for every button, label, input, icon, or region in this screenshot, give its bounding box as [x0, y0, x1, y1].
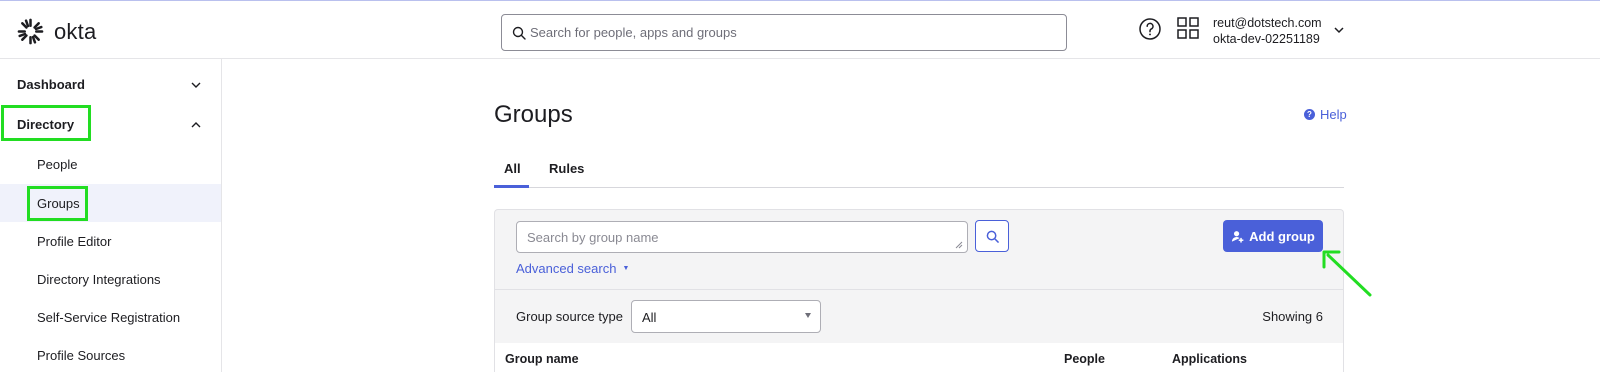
sidebar-item-directory-integrations[interactable]: Directory Integrations	[0, 260, 221, 298]
annotation-arrow	[1322, 250, 1372, 297]
sidebar-item-label: Profile Sources	[37, 348, 126, 363]
tab-rules[interactable]: Rules	[549, 161, 584, 176]
sidebar-item-directory[interactable]: Directory	[0, 107, 221, 141]
tab-all[interactable]: All	[504, 161, 521, 176]
help-circle-icon[interactable]	[1138, 17, 1162, 41]
column-header-applications[interactable]: Applications	[1172, 352, 1247, 366]
add-group-button[interactable]: Add group	[1223, 220, 1323, 252]
sidebar-item-label: Dashboard	[17, 77, 85, 92]
sidebar-item-label: Self-Service Registration	[37, 310, 181, 325]
sidebar-item-label: Groups	[37, 196, 80, 211]
user-org: okta-dev-02251189	[1213, 32, 1320, 46]
app-grid-icon[interactable]	[1176, 16, 1200, 40]
logo-text: okta	[54, 18, 97, 44]
caret-down-icon: ▼	[622, 265, 630, 272]
sidebar-item-dashboard[interactable]: Dashboard	[0, 67, 221, 101]
group-search-field[interactable]	[516, 221, 968, 253]
global-search[interactable]	[501, 14, 1067, 51]
add-person-icon	[1232, 230, 1244, 243]
sidebar-item-people[interactable]: People	[0, 145, 221, 183]
help-link-label: Help	[1320, 107, 1347, 122]
column-header-group-name[interactable]: Group name	[505, 352, 579, 366]
sidebar-item-label: Profile Editor	[37, 234, 112, 249]
add-group-label: Add group	[1249, 228, 1315, 244]
global-search-input[interactable]	[530, 15, 1050, 50]
select-arrow-icon	[805, 313, 811, 318]
okta-sunburst-icon	[17, 18, 44, 45]
table-header: Group name People Applications	[495, 343, 1343, 372]
sidebar-item-label: Directory Integrations	[37, 272, 161, 287]
chevron-down-icon	[191, 82, 201, 88]
sidebar-item-profile-sources[interactable]: Profile Sources	[0, 336, 221, 372]
filter-row: Group source type All Showing 6	[495, 289, 1343, 343]
sidebar-item-profile-editor[interactable]: Profile Editor	[0, 222, 221, 260]
column-header-people[interactable]: People	[1064, 352, 1105, 366]
page-title: Groups	[494, 101, 573, 128]
search-icon	[512, 26, 526, 40]
groups-panel: Advanced search ▼ Add group Group source…	[494, 209, 1344, 372]
help-link[interactable]: ? Help	[1304, 107, 1347, 122]
active-tab-indicator	[494, 185, 529, 188]
tab-bar: All Rules	[494, 150, 1344, 188]
okta-logo[interactable]: okta	[17, 18, 96, 45]
advanced-search-link[interactable]: Advanced search ▼	[516, 261, 629, 276]
sidebar-item-label: People	[37, 157, 78, 172]
sidebar-item-groups[interactable]: Groups	[0, 184, 221, 222]
resize-grip-icon[interactable]	[955, 241, 963, 249]
chevron-down-icon[interactable]	[1333, 24, 1345, 36]
sidebar-item-self-service-registration[interactable]: Self-Service Registration	[0, 298, 221, 336]
group-search-button[interactable]	[975, 220, 1009, 252]
group-source-type-label: Group source type	[516, 309, 623, 324]
select-value: All	[642, 310, 657, 325]
sidebar: Dashboard Directory People Groups Profil…	[0, 59, 222, 372]
chevron-up-icon	[191, 122, 201, 128]
result-count: Showing 6	[1262, 309, 1323, 324]
advanced-search-label: Advanced search	[516, 261, 617, 276]
top-header: okta reut@dotstech.com okta-dev-02251189	[0, 7, 1600, 59]
group-source-type-select[interactable]: All	[631, 300, 821, 333]
search-icon	[986, 230, 999, 243]
user-menu[interactable]: reut@dotstech.com okta-dev-02251189	[1213, 15, 1322, 47]
top-accent-line	[0, 0, 1600, 7]
sidebar-item-label: Directory	[17, 117, 75, 132]
group-search-input[interactable]	[527, 222, 947, 252]
help-dot-icon: ?	[1304, 109, 1315, 120]
user-email: reut@dotstech.com	[1213, 16, 1322, 30]
